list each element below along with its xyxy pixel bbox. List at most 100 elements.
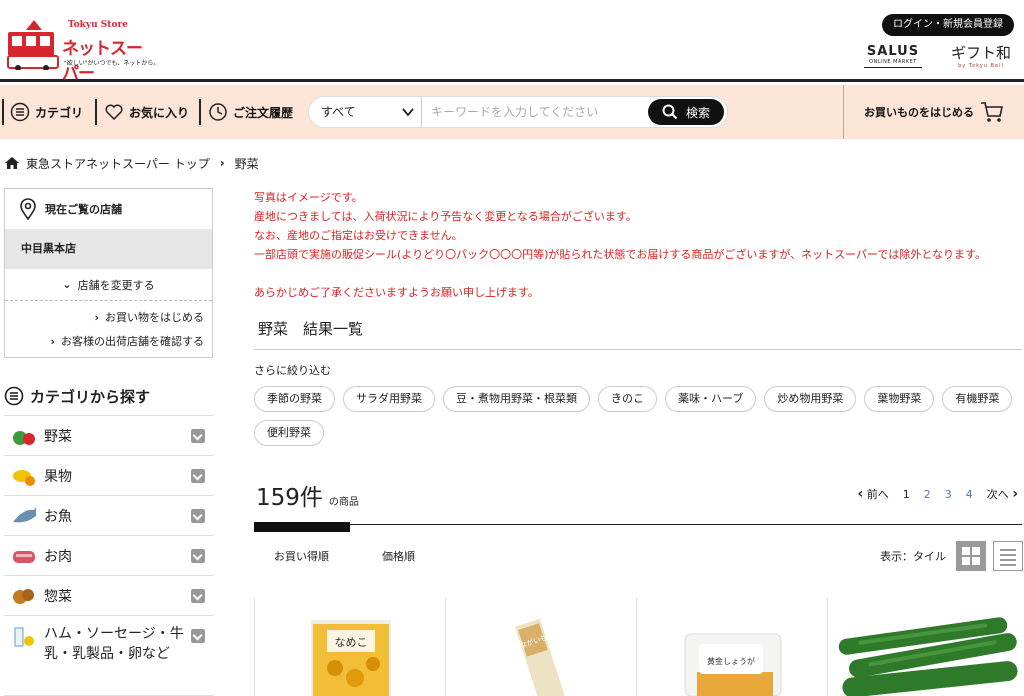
breadcrumb-home[interactable]: 東急ストアネットスーパー トップ — [26, 155, 210, 172]
product-image: 黄金しょうが — [684, 633, 782, 696]
pager-next-label: 次へ — [986, 488, 1009, 501]
nav-favorites[interactable]: お気に入り — [104, 100, 189, 124]
start-shopping-link-label: お買い物をはじめる — [105, 311, 204, 324]
nav-divider — [199, 99, 201, 125]
dairy-icon — [14, 627, 34, 647]
logo-tokyu-store: Tokyu Store — [68, 20, 128, 30]
store-heading-label: 現在ご覧の店舗 — [45, 203, 122, 216]
category-label: ハム・ソーセージ・牛乳・乳製品・卵など — [44, 626, 184, 662]
filter-chip[interactable]: サラダ用野菜 — [343, 386, 435, 412]
change-store-link[interactable]: ⌄ 店舗を変更する — [5, 269, 212, 301]
filter-chip[interactable]: 便利野菜 — [254, 420, 324, 446]
product-card[interactable] — [827, 598, 1018, 696]
filter-chip[interactable]: きのこ — [598, 386, 657, 412]
product-grid: なめこ ながいも 黄金しょうが — [254, 598, 1024, 696]
nav-category-label: カテゴリ — [35, 105, 84, 120]
pager-prev[interactable]: ‹ 前へ — [857, 486, 888, 502]
expand-icon[interactable] — [191, 469, 205, 483]
salus-logo-text: SALUS — [866, 44, 920, 59]
store-panel: 現在ご覧の店舗 中目黒本店 ⌄ 店舗を変更する › お買い物をはじめる › お客… — [4, 188, 213, 358]
category-section-title: カテゴリから探す — [4, 384, 150, 408]
filter-chip[interactable]: 豆・煮物用野菜・根菜類 — [443, 386, 590, 412]
search-input[interactable] — [431, 104, 641, 120]
sort-best-value[interactable]: お買い得順 — [274, 548, 329, 564]
deli-icon — [13, 588, 34, 604]
notice-line: 写真はイメージです。 — [254, 191, 363, 204]
filter-chip[interactable]: 葉物野菜 — [864, 386, 935, 412]
site-header: Tokyu Store ネットスーパー "欲しい"がいつでも、ネットから。 ログ… — [0, 0, 1024, 84]
change-store-label: 店舗を変更する — [77, 278, 155, 292]
category-item-fish[interactable]: お魚 — [4, 496, 213, 536]
list-icon — [1000, 549, 1016, 566]
category-section-title-label: カテゴリから探す — [30, 387, 151, 406]
notice-line: あらかじめご了承くださいますようお願い申し上げます。 — [254, 286, 539, 299]
tile-view-button[interactable] — [956, 541, 986, 571]
pagination: ‹ 前へ 1 2 3 4 次へ › — [857, 486, 1018, 502]
nav-bar: カテゴリ お気に入り ご注文履歴 すべて 検索 お買いものをはじめる — [0, 85, 1024, 139]
expand-icon[interactable] — [191, 549, 205, 563]
login-register-button[interactable]: ログイン・新規会員登録 — [882, 14, 1014, 36]
results-title: 野菜 結果一覧 — [254, 318, 1022, 350]
logo-tagline: "欲しい"がいつでも、ネットから。 — [64, 60, 160, 67]
start-shopping-button[interactable]: お買いものをはじめる — [843, 85, 1024, 139]
notice-line: なお、産地のご指定はお受けできません。 — [254, 229, 463, 242]
nav-category[interactable]: カテゴリ — [10, 100, 83, 124]
chevron-left-icon: ‹ — [857, 486, 864, 502]
filter-chip[interactable]: 薬味・ハーブ — [665, 386, 757, 412]
start-shopping-link[interactable]: › お買い物をはじめる — [5, 305, 212, 329]
product-card[interactable]: なめこ — [254, 598, 445, 696]
expand-icon[interactable] — [191, 589, 205, 603]
notice-line: 産地につきましては、入荷状況により予告なく変更となる場合がございます。 — [254, 210, 637, 223]
category-item-fruits[interactable]: 果物 — [4, 456, 213, 496]
start-shopping-label: お買いものをはじめる — [864, 106, 974, 119]
home-icon[interactable] — [4, 156, 20, 170]
result-count-unit: の商品 — [328, 497, 359, 508]
notice-line: 一部店頭で実施の販促シール(よりどり〇パック〇〇〇円等)が貼られた状態でお届けす… — [254, 248, 986, 261]
grid-icon — [962, 547, 980, 565]
pager-prev-label: 前へ — [866, 488, 889, 501]
product-card[interactable]: 黄金しょうが — [636, 598, 827, 696]
pager-page[interactable]: 1 — [903, 488, 910, 501]
nav-order-history[interactable]: ご注文履歴 — [208, 100, 293, 124]
fruit-icon — [13, 469, 35, 486]
filter-chip[interactable]: 季節の野菜 — [254, 386, 335, 412]
filter-chip[interactable]: 炒め物用野菜 — [764, 386, 857, 412]
expand-icon[interactable] — [191, 509, 205, 523]
chevron-down-icon[interactable] — [401, 106, 415, 118]
check-store-link-label: お客様の出荷店舗を確認する — [61, 335, 204, 348]
check-store-link[interactable]: › お客様の出荷店舗を確認する — [5, 329, 212, 353]
category-item-dairy[interactable]: ハム・ソーセージ・牛乳・乳製品・卵など — [4, 616, 213, 696]
pager-page[interactable]: 2 — [924, 488, 931, 501]
sort-bar-divider — [254, 524, 1022, 525]
category-item-deli[interactable]: 惣菜 — [4, 576, 213, 616]
list-view-button[interactable] — [993, 541, 1023, 571]
search-button-label: 検索 — [685, 105, 710, 120]
expand-icon[interactable] — [191, 429, 205, 443]
salus-link[interactable]: SALUS ONLINE MARKET — [864, 44, 922, 68]
product-image: ながいも — [515, 618, 568, 696]
sort-price[interactable]: 価格順 — [382, 548, 415, 564]
pager-next[interactable]: 次へ › — [987, 486, 1018, 502]
filter-chips: 季節の野菜 サラダ用野菜 豆・煮物用野菜・根菜類 きのこ 薬味・ハーブ 炒め物用… — [254, 386, 1024, 446]
pager-page[interactable]: 4 — [966, 488, 973, 501]
category-item-vegetables[interactable]: 野菜 — [4, 416, 213, 456]
result-count: 159件 の商品 — [256, 478, 359, 512]
pager-page[interactable]: 3 — [945, 488, 952, 501]
category-item-meat[interactable]: お肉 — [4, 536, 213, 576]
search-button[interactable]: 検索 — [648, 99, 724, 125]
filter-chip[interactable]: 有機野菜 — [942, 386, 1013, 412]
product-image: なめこ — [311, 620, 391, 696]
product-label: なめこ — [335, 636, 368, 649]
logo[interactable]: Tokyu Store ネットスーパー "欲しい"がいつでも、ネットから。 — [4, 14, 159, 84]
search-divider — [421, 97, 422, 127]
category-label: 果物 — [44, 468, 72, 485]
product-card[interactable]: ながいも — [445, 598, 636, 696]
gift-sub-text: by Tokyu Bell — [958, 63, 1004, 69]
nav-divider — [2, 99, 4, 125]
store-name: 中目黒本店 — [5, 229, 212, 269]
refine-label: さらに絞り込む — [254, 364, 331, 377]
gift-wa-link[interactable]: ギフト和 by Tokyu Bell — [938, 42, 1024, 69]
expand-icon[interactable] — [191, 629, 205, 643]
category-label: 野菜 — [44, 428, 72, 445]
search-icon — [662, 104, 678, 120]
